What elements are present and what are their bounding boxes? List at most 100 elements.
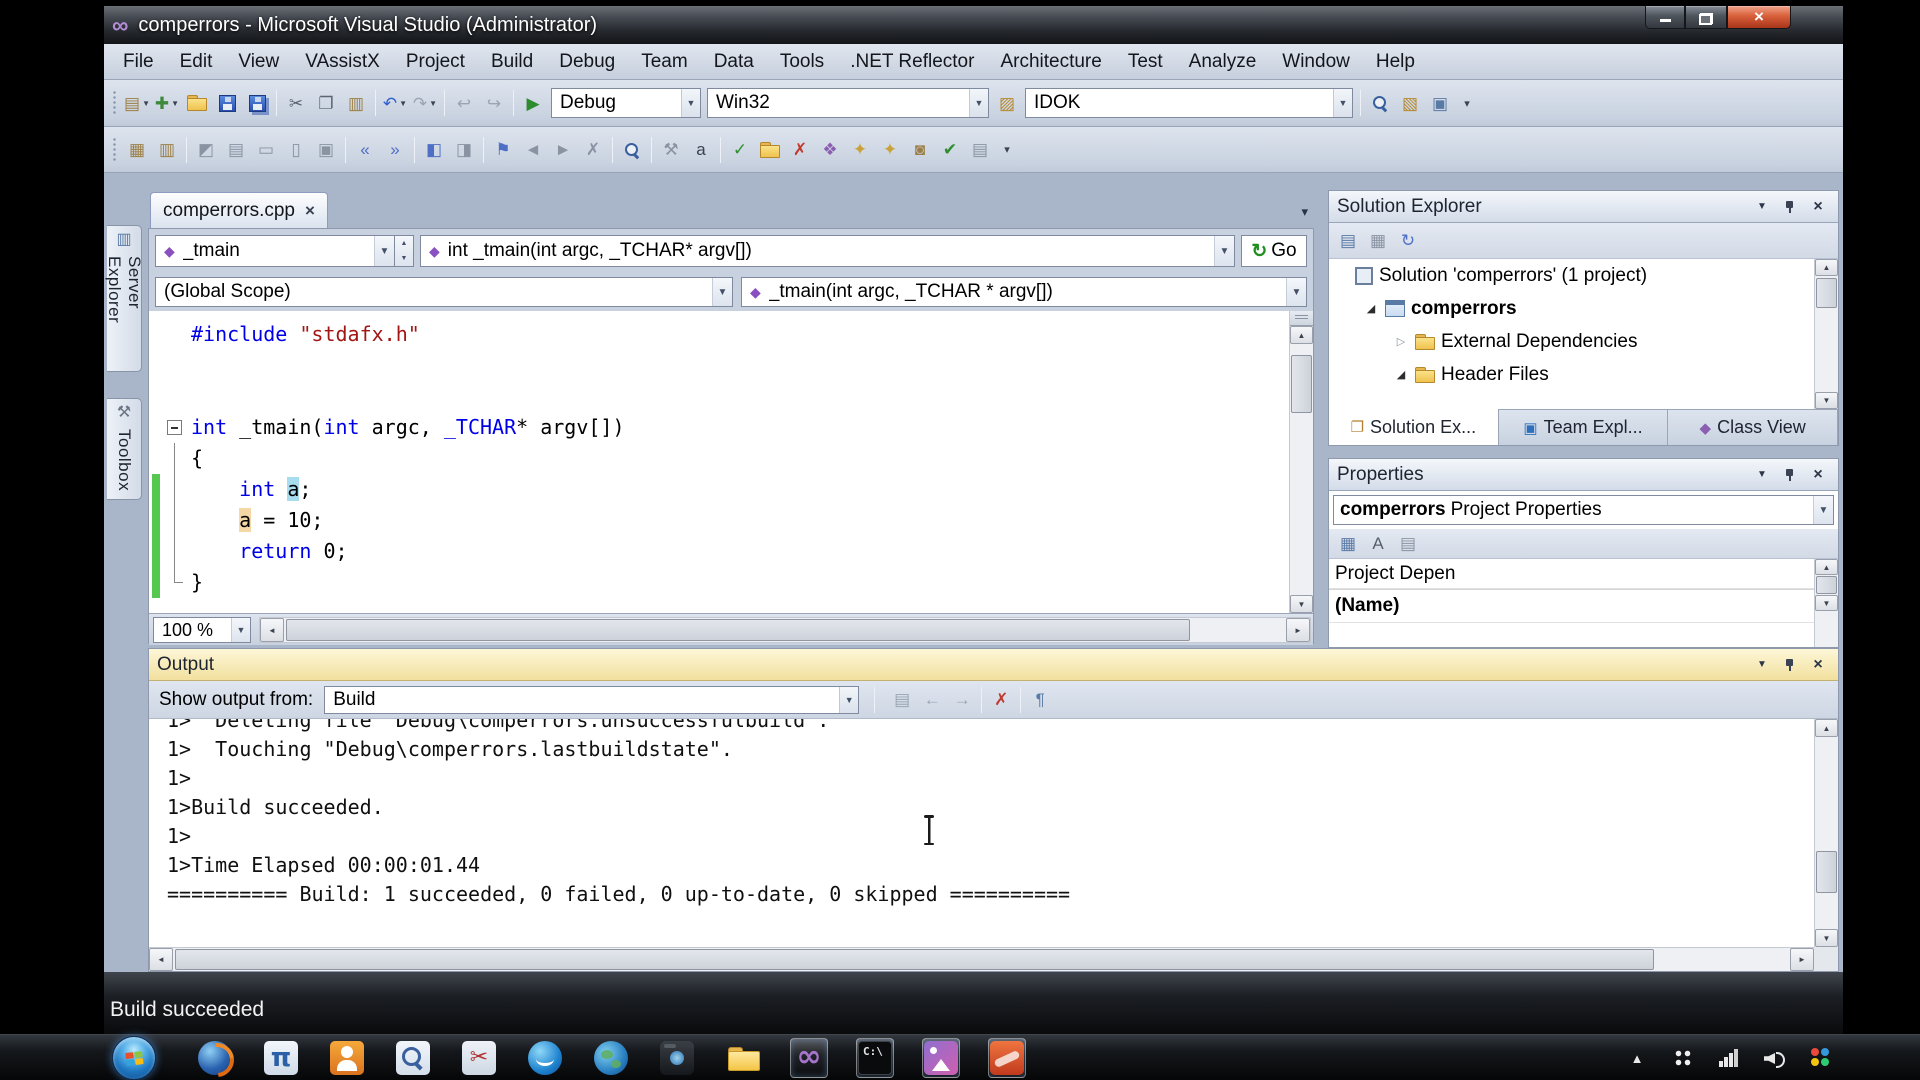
magnifier-app-taskbar-button[interactable] <box>394 1038 432 1078</box>
solution-explorer-header[interactable]: Solution Explorer ▼ × <box>1329 191 1838 223</box>
scroll-up-icon[interactable]: ▲ <box>1815 719 1838 737</box>
start-button[interactable] <box>112 1036 156 1080</box>
title-bar[interactable]: ∞ comperrors - Microsoft Visual Studio (… <box>104 6 1843 44</box>
restore-button[interactable] <box>1685 6 1727 29</box>
va-find-symbol-button[interactable]: ▥ <box>153 134 181 166</box>
photo-viewer-taskbar-button[interactable] <box>922 1038 960 1078</box>
menu-item-help[interactable]: Help <box>1363 44 1428 79</box>
scope-dropdown[interactable]: (Global Scope) ▼ <box>155 277 733 307</box>
scroll-thumb[interactable] <box>1816 278 1837 308</box>
menu-item-edit[interactable]: Edit <box>167 44 226 79</box>
combo-dropdown-icon[interactable]: ▼ <box>839 687 858 713</box>
windows-explorer-taskbar-button[interactable] <box>724 1038 762 1078</box>
toolbar-overflow-button[interactable]: ▾ <box>1459 97 1475 110</box>
toggle-bookmark-button[interactable]: ⚑ <box>489 134 517 166</box>
code-editor[interactable]: #include "stdafx.h" int _tmain(int argc, … <box>149 311 1313 613</box>
combo-dropdown-icon[interactable]: ▼ <box>969 89 988 117</box>
minimize-button[interactable] <box>1645 6 1685 29</box>
chat-app-taskbar-button[interactable] <box>526 1038 564 1078</box>
tree-item[interactable]: ▷External Dependencies <box>1329 325 1814 358</box>
member-spinner[interactable]: ▲ ▼ <box>395 235 414 267</box>
property-row[interactable]: Project Depen <box>1329 559 1814 589</box>
comment-selection-button[interactable]: ◧ <box>420 134 448 166</box>
code-text[interactable]: #include "stdafx.h" <box>189 319 420 350</box>
signing-key-button[interactable]: ✦ <box>846 134 874 166</box>
auto-hide-button[interactable] <box>1778 196 1802 218</box>
properties-scrollbar[interactable]: ▲ ▼ <box>1814 559 1838 647</box>
tree-item[interactable]: ◢Header Files <box>1329 358 1814 391</box>
volume-icon[interactable] <box>1762 1045 1788 1071</box>
camera-app-taskbar-button[interactable] <box>658 1038 696 1078</box>
uncomment-selection-button[interactable]: ◨ <box>450 134 478 166</box>
scroll-thumb[interactable] <box>175 949 1654 970</box>
redo-button[interactable]: ↷▼ <box>411 87 439 119</box>
window-position-icon[interactable]: ▼ <box>1750 464 1774 486</box>
member-dropdown-2[interactable]: ◆ _tmain(int argc, _TCHAR * argv[]) ▼ <box>741 277 1307 307</box>
decrease-indent-button[interactable]: « <box>351 134 379 166</box>
complete-word-button[interactable]: ▣ <box>312 134 340 166</box>
save-button[interactable] <box>213 87 241 119</box>
tree-expander-icon[interactable]: ◢ <box>1393 368 1409 381</box>
panel-tab-solution-ex[interactable]: ❐Solution Ex... <box>1329 409 1499 445</box>
toggle-word-wrap-button[interactable]: ¶ <box>1026 684 1054 716</box>
spin-down-icon[interactable]: ▼ <box>395 251 413 266</box>
document-list-chevron-icon[interactable]: ▾ <box>1301 204 1308 220</box>
deployment-button[interactable]: ▨ <box>993 87 1021 119</box>
dropdown-arrow-icon[interactable]: ▼ <box>712 278 732 306</box>
property-row[interactable]: (Name) <box>1329 589 1814 623</box>
scroll-thumb[interactable] <box>286 619 1190 641</box>
editor-vertical-scrollbar[interactable]: ▲ ▼ <box>1289 311 1313 613</box>
open-file-button[interactable] <box>183 87 211 119</box>
show-hidden-icons-button[interactable]: ▲ <box>1624 1045 1650 1071</box>
dropdown-arrow-icon[interactable]: ▼ <box>231 618 250 642</box>
menu-item-project[interactable]: Project <box>393 44 478 79</box>
output-source-dropdown[interactable]: Build ▼ <box>324 686 859 714</box>
snipping-tool-taskbar-button[interactable]: ✂ <box>460 1038 498 1078</box>
paste-button[interactable]: ▥ <box>342 87 370 119</box>
menu-item-tools[interactable]: Tools <box>767 44 837 79</box>
save-all-button[interactable] <box>243 87 271 119</box>
properties-window-button[interactable]: ▤ <box>1334 225 1362 257</box>
find-result-button[interactable] <box>618 134 646 166</box>
tree-scrollbar[interactable]: ▲ ▼ <box>1814 259 1838 409</box>
va-open-file-in-solution-button[interactable]: ▦ <box>123 134 151 166</box>
menu-item-net-reflector[interactable]: .NET Reflector <box>837 44 987 79</box>
code-text[interactable]: a = 10; <box>189 505 323 536</box>
show-all-files-button[interactable]: ▦ <box>1364 225 1392 257</box>
panel-tab-class-view[interactable]: ◆Class View <box>1668 409 1838 445</box>
code-text[interactable]: int a; <box>189 474 311 505</box>
solution-configurations-dropdown[interactable]: Debug▼ <box>551 88 701 118</box>
window-position-icon[interactable]: ▼ <box>1750 654 1774 676</box>
document-close-icon[interactable]: × <box>305 201 315 221</box>
side-tab-toolbox[interactable]: ⚒Toolbox <box>107 398 142 500</box>
next-message-button[interactable]: → <box>948 684 976 716</box>
firefox-taskbar-button[interactable] <box>196 1038 234 1078</box>
menu-item-team[interactable]: Team <box>628 44 700 79</box>
code-text[interactable]: return 0; <box>189 536 348 567</box>
quick-info-button[interactable]: ▯ <box>282 134 310 166</box>
pi-app-taskbar-button[interactable]: π <box>262 1038 300 1078</box>
code-text[interactable]: int _tmain(int argc, _TCHAR* argv[]) <box>189 412 625 443</box>
splitter-handle[interactable] <box>1290 311 1313 326</box>
output-vertical-scrollbar[interactable]: ▲ ▼ <box>1814 719 1838 947</box>
tree-item[interactable]: ◢comperrors <box>1329 292 1814 325</box>
menu-item-view[interactable]: View <box>225 44 292 79</box>
close-icon[interactable]: × <box>1806 464 1830 486</box>
menu-item-debug[interactable]: Debug <box>546 44 628 79</box>
toolbar-grip[interactable] <box>112 137 118 163</box>
scroll-thumb[interactable] <box>1291 355 1312 413</box>
scroll-down-icon[interactable]: ▼ <box>1290 595 1313 613</box>
code-text[interactable] <box>189 350 191 381</box>
goto-message-button[interactable]: ▤ <box>888 684 916 716</box>
menu-item-vassistx[interactable]: VAssistX <box>292 44 393 79</box>
close-button[interactable]: × <box>1727 6 1791 29</box>
auto-hide-button[interactable] <box>1778 464 1802 486</box>
workspace-button[interactable]: ❖ <box>816 134 844 166</box>
check-in-button[interactable]: ✓ <box>726 134 754 166</box>
refresh-button[interactable]: ↻ <box>1394 225 1422 257</box>
editor-horizontal-scrollbar[interactable]: ◄ ► <box>259 617 1311 643</box>
scroll-up-icon[interactable]: ▲ <box>1815 559 1838 575</box>
dropdown-arrow-icon[interactable]: ▼ <box>171 99 179 108</box>
panel-tab-team-expl[interactable]: ▣Team Expl... <box>1499 409 1669 445</box>
scroll-right-icon[interactable]: ► <box>1286 618 1310 642</box>
